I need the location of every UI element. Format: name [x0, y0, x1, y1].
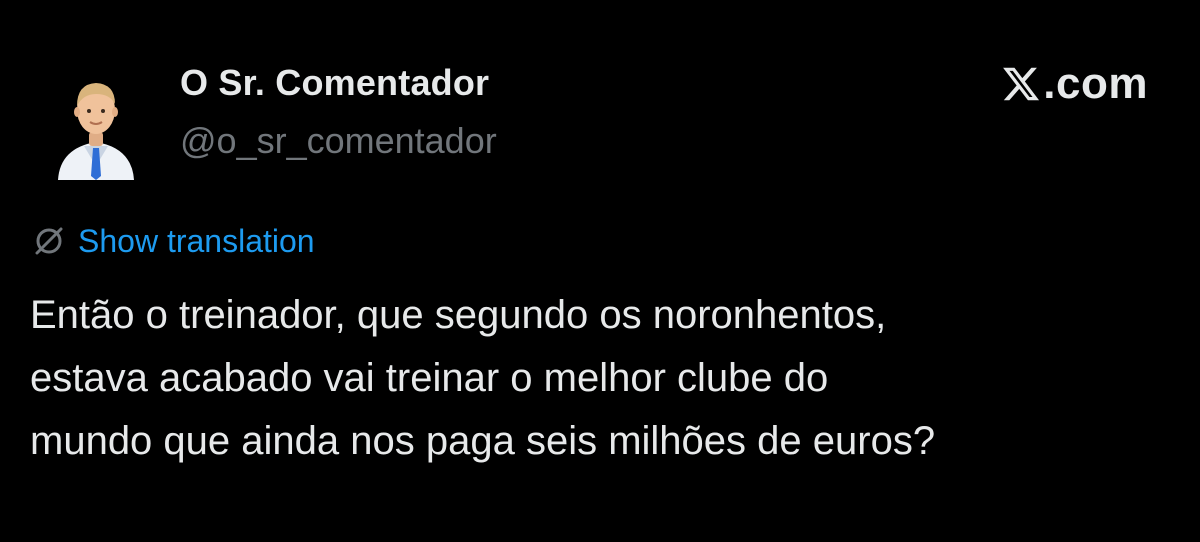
tweet-card: O Sr. Comentador @o_sr_comentador .com S… — [0, 0, 1200, 542]
author-name[interactable]: O Sr. Comentador — [180, 62, 489, 104]
translate-icon — [35, 227, 63, 255]
show-translation-link[interactable]: Show translation — [78, 223, 315, 260]
avatar-person-icon — [58, 83, 134, 180]
tweet-text-line: mundo que ainda nos paga seis milhões de… — [30, 419, 936, 463]
tweet-text-line: estava acabado vai treinar o melhor club… — [30, 356, 829, 400]
avatar[interactable] — [50, 70, 142, 180]
show-translation-row[interactable]: Show translation — [30, 222, 315, 260]
tweet-text: Então o treinador, que segundo os noronh… — [30, 284, 1170, 473]
x-logo-suffix: .com — [1043, 59, 1148, 108]
x-com-logo: .com — [1001, 62, 1148, 106]
x-logo-icon — [1003, 67, 1040, 101]
author-handle[interactable]: @o_sr_comentador — [180, 120, 497, 162]
tweet-text-line: Então o treinador, que segundo os noronh… — [30, 293, 887, 337]
